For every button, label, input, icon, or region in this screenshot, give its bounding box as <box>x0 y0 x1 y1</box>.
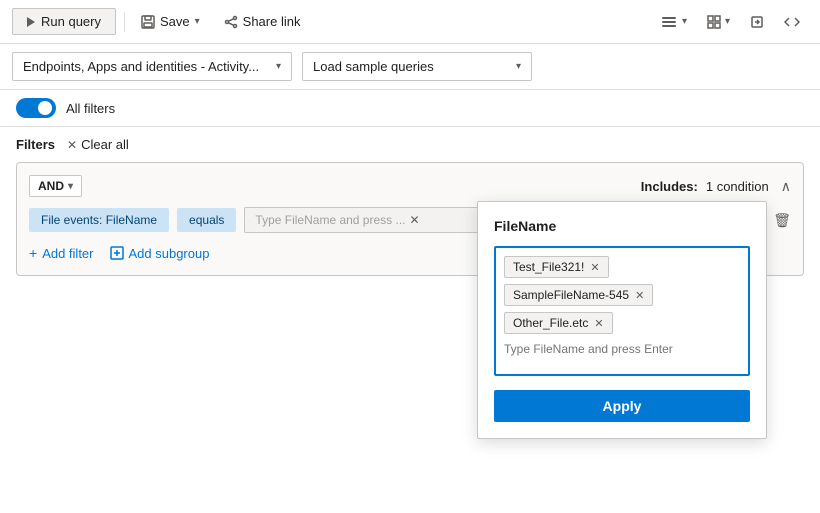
filter-value-close-icon[interactable]: ✕ <box>410 214 420 226</box>
filter-operator-chip[interactable]: equals <box>177 208 236 232</box>
tag-item: SampleFileName-545 ✕ <box>504 284 653 306</box>
list-view-button[interactable]: ▾ <box>652 11 695 33</box>
share-link-label: Share link <box>243 14 301 29</box>
filename-popup: FileName Test_File321! ✕ SampleFileName-… <box>477 201 767 439</box>
tag-close-0[interactable]: ✕ <box>590 261 599 274</box>
share-link-button[interactable]: Share link <box>216 9 309 34</box>
tag-close-1[interactable]: ✕ <box>635 289 644 302</box>
filter-delete-icon[interactable]: 🗑 <box>773 212 791 229</box>
tag-item: Other_File.etc ✕ <box>504 312 613 334</box>
dropdowns-row: Endpoints, Apps and identities - Activit… <box>0 44 820 90</box>
tag-item: Test_File321! ✕ <box>504 256 609 278</box>
add-filter-button[interactable]: + Add filter <box>29 243 94 263</box>
query-dropdown[interactable]: Load sample queries ▾ <box>302 52 532 81</box>
toggle-thumb <box>38 101 52 115</box>
filters-label: Filters <box>16 137 55 152</box>
and-label: AND <box>38 179 64 193</box>
filter-field-label: File events: FileName <box>41 213 157 227</box>
code-icon <box>784 14 800 30</box>
includes-label: Includes: <box>641 179 698 194</box>
add-subgroup-button[interactable]: Add subgroup <box>110 244 210 263</box>
includes-text: Includes: 1 condition ∧ <box>641 178 791 195</box>
grid-icon <box>707 15 721 29</box>
all-filters-toggle[interactable] <box>16 98 56 118</box>
all-filters-label: All filters <box>66 101 115 116</box>
add-filter-label: Add filter <box>42 246 93 261</box>
tag-label-1: SampleFileName-545 <box>513 288 629 302</box>
and-chevron-icon: ▾ <box>68 181 73 192</box>
toolbar-separator <box>124 12 125 32</box>
tags-input-area[interactable]: Test_File321! ✕ SampleFileName-545 ✕ Oth… <box>494 246 750 376</box>
export-icon <box>750 15 764 29</box>
and-operator-badge[interactable]: AND ▾ <box>29 175 82 197</box>
query-dropdown-label: Load sample queries <box>313 59 434 74</box>
source-chevron-icon: ▾ <box>276 61 281 72</box>
query-chevron-icon: ▾ <box>516 61 521 72</box>
collapse-filter-button[interactable]: ∧ <box>781 178 791 195</box>
filter-field-chip[interactable]: File events: FileName <box>29 208 169 232</box>
source-dropdown[interactable]: Endpoints, Apps and identities - Activit… <box>12 52 292 81</box>
clear-all-button[interactable]: ✕ Clear all <box>63 135 133 154</box>
add-subgroup-label: Add subgroup <box>129 246 210 261</box>
add-subgroup-icon <box>110 246 124 260</box>
chevron-up-icon: ∧ <box>781 178 791 195</box>
popup-title: FileName <box>494 218 750 234</box>
share-icon <box>224 15 238 29</box>
filters-toggle-row: All filters <box>0 90 820 127</box>
run-query-label: Run query <box>41 14 101 29</box>
filters-bar: Filters ✕ Clear all <box>0 127 820 162</box>
list-chevron: ▾ <box>682 16 687 27</box>
grid-chevron: ▾ <box>725 16 730 27</box>
code-button[interactable] <box>776 10 808 34</box>
run-query-button[interactable]: Run query <box>12 8 116 35</box>
save-icon <box>141 15 155 29</box>
condition-count: 1 condition <box>706 179 769 194</box>
save-label: Save <box>160 14 190 29</box>
source-dropdown-label: Endpoints, Apps and identities - Activit… <box>23 59 259 74</box>
filter-group: AND ▾ Includes: 1 condition ∧ File event… <box>16 162 804 276</box>
apply-button[interactable]: Apply <box>494 390 750 422</box>
toolbar-right-actions: ▾ ▾ <box>652 10 808 34</box>
tag-label-2: Other_File.etc <box>513 316 588 330</box>
toggle-track <box>16 98 56 118</box>
apply-label: Apply <box>603 398 642 414</box>
grid-view-button[interactable]: ▾ <box>699 11 738 33</box>
tag-text-input[interactable] <box>504 340 740 358</box>
export-button[interactable] <box>742 11 772 33</box>
tag-label-0: Test_File321! <box>513 260 584 274</box>
filter-value-placeholder: Type FileName and press ... <box>255 213 405 227</box>
add-filter-plus-icon: + <box>29 245 37 261</box>
filter-group-header: AND ▾ Includes: 1 condition ∧ <box>29 175 791 197</box>
tag-close-2[interactable]: ✕ <box>594 317 603 330</box>
filter-operator-label: equals <box>189 213 224 227</box>
play-icon <box>27 17 35 27</box>
toolbar: Run query Save ▾ Share link ▾ <box>0 0 820 44</box>
save-button[interactable]: Save ▾ <box>133 9 208 34</box>
clear-all-x-icon: ✕ <box>67 138 77 152</box>
clear-all-label: Clear all <box>81 137 129 152</box>
list-icon <box>660 15 678 29</box>
save-chevron: ▾ <box>195 16 200 27</box>
